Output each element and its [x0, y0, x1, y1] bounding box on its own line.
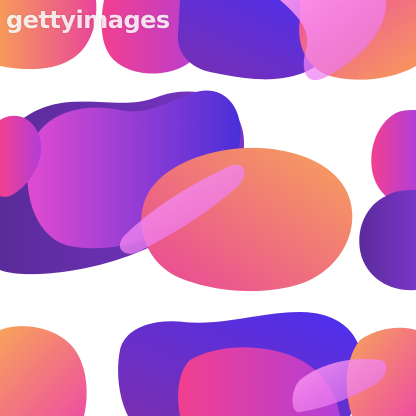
blob-right-purple — [359, 190, 416, 291]
gettyimages-watermark: gettyimages — [6, 6, 170, 34]
blob-bottom-left-orange — [0, 326, 87, 416]
artwork-canvas: gettyimages — [0, 0, 416, 416]
blob-pattern — [0, 0, 416, 416]
